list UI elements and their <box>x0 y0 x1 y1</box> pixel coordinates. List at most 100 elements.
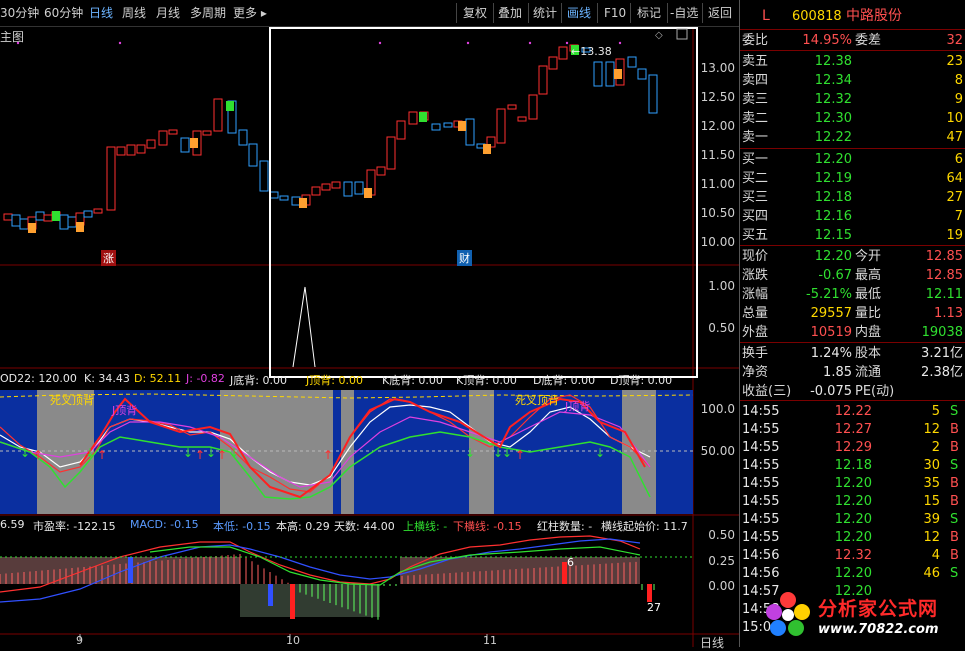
tick-volume: 35 <box>923 476 940 491</box>
tick-volume: 30 <box>923 458 940 473</box>
watchlist-label: 自选 <box>674 6 699 20</box>
tick-price: 12.20 <box>834 476 872 491</box>
candle <box>386 136 396 170</box>
kdj-header: OD22: 120.00 K: 34.43 D: 52.11 J: -0.82 J底背:… <box>0 372 693 387</box>
fundamental-label: PE(动) <box>855 384 895 399</box>
tick-row: 14:55 12.29 2 B <box>740 438 965 457</box>
arrow-down-icon: ↓ <box>85 446 95 460</box>
tick-price: 12.20 <box>834 512 872 527</box>
chart-area[interactable]: ↓ ↑ ↓ ↑ ↓ ↑ ↓ ↑ ↓ ↑ ↓ ↓↓ ↑ ↓ 死叉顶背 J顶背 死叉顶背 J顶背 ◇ <box>0 27 739 647</box>
date-axis-period: 日线 <box>700 636 725 650</box>
bid-label: 买五 <box>742 228 769 243</box>
event-marker-cai[interactable]: 财 <box>457 250 472 266</box>
back-button[interactable]: 返回 <box>708 4 732 22</box>
candle <box>605 61 615 87</box>
tick-side: S <box>950 512 959 527</box>
ask-price: 12.30 <box>814 111 852 126</box>
indicator-value: 下横线: -0.15 <box>453 520 522 533</box>
candle <box>126 144 136 156</box>
divider <box>528 3 529 23</box>
period-30min[interactable]: 30分钟 <box>0 4 39 22</box>
kdj-label-deadcross-2: 死叉顶背 <box>515 393 559 407</box>
overlay-button[interactable]: 叠加 <box>498 4 522 22</box>
indicator-value: 6.59 <box>0 518 25 531</box>
tick-price: 12.18 <box>834 458 872 473</box>
order-ratio-row: 委比 14.95% 委差 32 <box>740 31 965 50</box>
macd-days-label: 27 <box>647 601 661 614</box>
stat-value: 12.85 <box>925 268 963 283</box>
arrow-down-icon: ↓ <box>183 446 193 460</box>
arrow-down-icon: ↓ <box>229 446 239 460</box>
period-week[interactable]: 周线 <box>122 4 146 22</box>
price-axis-label: 11.00 <box>700 177 735 191</box>
candle <box>93 208 103 214</box>
candle <box>59 214 69 230</box>
candle <box>496 108 506 144</box>
indicator-value: MACD: -0.15 <box>130 518 199 531</box>
macd-header: 6.59 市盈率: -122.15 MACD: -0.15 本低: -0.15 本高: … <box>0 518 693 533</box>
f10-button[interactable]: F10 <box>604 4 626 22</box>
tick-time: 14:55 <box>742 458 780 473</box>
tick-row: 14:55 12.20 15 B <box>740 492 965 511</box>
sub-axis-label: 0.50 <box>708 321 735 335</box>
stats-button[interactable]: 统计 <box>533 4 557 22</box>
macd-six-label: 6 <box>567 556 574 569</box>
candle <box>3 213 13 221</box>
fundamental-value: 1.24% <box>810 346 852 361</box>
bid-volume: 64 <box>946 171 963 186</box>
period-60min[interactable]: 60分钟 <box>44 4 83 22</box>
signal-dot <box>618 41 622 45</box>
weicha-label: 委差 <box>855 33 882 48</box>
macd-highlight-bar <box>128 557 133 583</box>
stat-value: 12.11 <box>925 287 963 302</box>
stat-value: 1.13 <box>934 306 963 321</box>
candle <box>136 144 146 154</box>
candle <box>238 129 248 146</box>
candle <box>158 130 168 146</box>
indicator-value: K: 34.43 <box>84 372 130 385</box>
event-marker-zhang[interactable]: 涨 <box>101 250 116 266</box>
fundamental-label: 净资 <box>742 365 769 380</box>
candle <box>354 181 364 195</box>
signal-dot <box>528 41 532 45</box>
tick-price: 12.20 <box>834 566 872 581</box>
ask-price: 12.34 <box>814 73 852 88</box>
watchlist-button[interactable]: -自选 <box>670 4 698 22</box>
bid-price: 12.19 <box>814 171 852 186</box>
adjust-button[interactable]: 复权 <box>463 4 487 22</box>
draw-line-button[interactable]: 画线 <box>567 4 591 22</box>
tick-volume: 2 <box>931 440 940 455</box>
fundamental-label: 收益(三) <box>742 384 792 399</box>
period-more[interactable]: 更多 ▸ <box>233 4 267 22</box>
ask-label: 卖四 <box>742 73 769 88</box>
candle <box>648 74 658 114</box>
price-axis-label: 10.50 <box>700 206 735 220</box>
bid-volume: 7 <box>954 209 963 224</box>
window-restore-icon[interactable] <box>676 28 688 40</box>
candle <box>259 160 269 192</box>
indicator-value: K顶背: 0.00 <box>456 374 517 387</box>
indicator-value: 红柱数量: - <box>537 520 593 533</box>
ask-label: 卖三 <box>742 92 769 107</box>
max-price-value: 13.38 <box>580 45 612 58</box>
mark-button[interactable]: 标记 <box>637 4 661 22</box>
highlight-candle <box>614 69 622 79</box>
divider <box>740 400 965 401</box>
candle <box>43 214 53 222</box>
macd-highlight-bar <box>647 584 652 602</box>
period-multi[interactable]: 多周期 <box>190 4 226 22</box>
tick-price: 12.27 <box>834 422 872 437</box>
tick-volume: 4 <box>931 548 940 563</box>
period-month[interactable]: 月线 <box>156 4 180 22</box>
tick-time: 14:55 <box>742 440 780 455</box>
arrow-up-icon: ↑ <box>515 448 525 462</box>
candle <box>517 116 527 122</box>
indicator-value: D: 52.11 <box>134 372 182 385</box>
macd-axis-label: 0.50 <box>708 528 735 542</box>
tick-side: B <box>950 548 959 563</box>
tick-time: 14:55 <box>742 494 780 509</box>
candle <box>538 65 548 95</box>
period-day[interactable]: 日线 <box>89 4 113 22</box>
selection-box[interactable] <box>269 27 698 378</box>
divider <box>740 245 965 246</box>
